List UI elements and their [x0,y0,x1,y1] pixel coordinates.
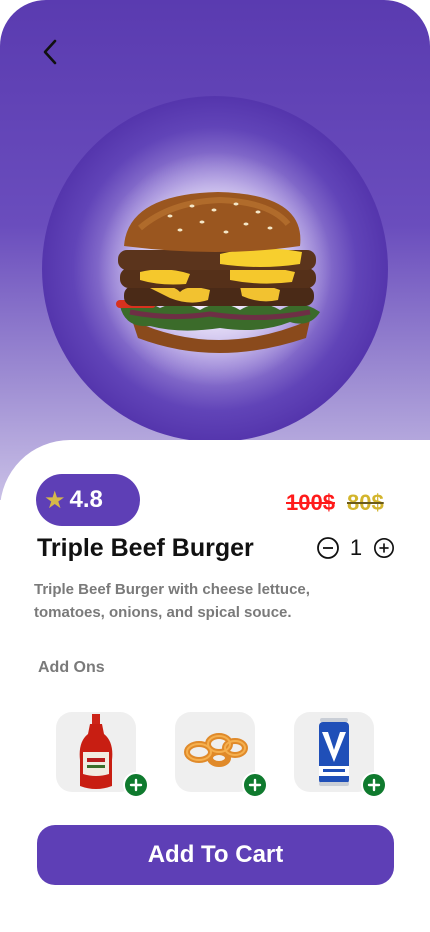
old-price: 100$ [286,490,335,515]
quantity-value: 1 [349,535,363,560]
add-addon-button[interactable] [242,772,268,798]
addon-card[interactable] [294,712,387,798]
quantity-stepper: 1 [316,534,396,562]
rating-badge: ★ 4.8 [36,474,140,526]
add-addon-button[interactable] [361,772,387,798]
hero-section [0,0,430,500]
minus-circle-icon [317,537,339,559]
new-price: 80$ [347,490,384,515]
increase-quantity-button[interactable] [372,536,396,560]
back-button[interactable] [32,34,68,70]
plus-icon [248,778,262,792]
star-icon: ★ [44,486,66,514]
decrease-quantity-button[interactable] [316,536,340,560]
burger-image [116,192,320,353]
plus-circle-icon [374,538,394,558]
chevron-left-icon [43,39,57,65]
plus-icon [367,778,381,792]
add-addon-button[interactable] [123,772,149,798]
rating-value: 4.8 [69,486,103,513]
product-description: Triple Beef Burger with cheese lettuce, … [34,581,310,621]
product-title: Triple Beef Burger [37,534,254,562]
add-to-cart-button[interactable]: Add To Cart [37,825,394,885]
addon-card[interactable] [175,712,268,798]
addons-heading: Add Ons [38,659,105,676]
product-detail-screen: ★ 4.8 100$ 80$ Triple Beef Burger 1 Trip… [0,0,430,932]
plus-icon [129,778,143,792]
addon-card[interactable] [56,712,149,798]
